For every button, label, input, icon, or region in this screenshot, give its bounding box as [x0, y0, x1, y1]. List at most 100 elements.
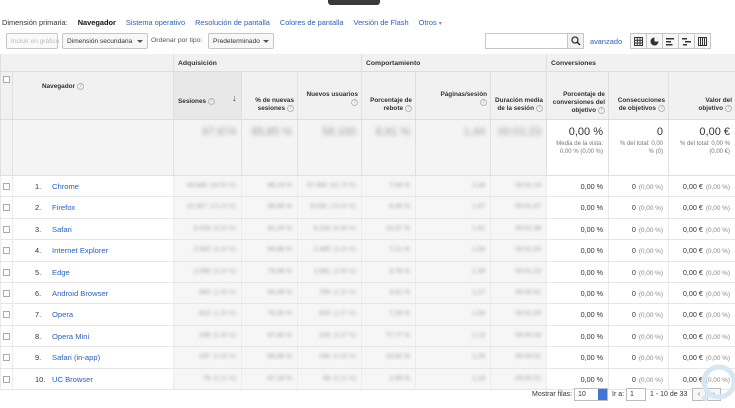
data-table-view-button[interactable] — [630, 33, 647, 49]
col-sesiones[interactable]: Sesiones? ↓ — [173, 72, 241, 120]
row-navegador-cell: 7. Opera — [12, 304, 173, 325]
col-porcentaje-conversiones[interactable]: Porcentaje de conversiones del objetivo? — [546, 72, 608, 120]
help-icon[interactable]: ? — [287, 104, 294, 112]
dimension-navegador[interactable]: Navegador — [78, 18, 116, 27]
col-valor-label: Valor del objetivo? — [688, 97, 732, 113]
help-icon[interactable]: ? — [725, 104, 732, 112]
browser-link[interactable]: Safari (in-app) — [52, 353, 100, 362]
cell-content: 7,54 % — [389, 182, 410, 189]
row-checkbox[interactable] — [3, 268, 10, 276]
help-icon[interactable]: ? — [77, 83, 85, 90]
cell-content: 0,00 % — [581, 246, 603, 255]
browser-link[interactable]: Firefox — [52, 203, 75, 212]
cell-gv: 0,00 € (0,00 %) — [668, 325, 735, 347]
pivot-view-button[interactable] — [694, 33, 711, 49]
cell-content: 00:00:41 — [515, 289, 541, 296]
browser-link[interactable]: Edge — [52, 268, 70, 277]
dimension-otros-dropdown[interactable]: Otros ▾ — [419, 18, 442, 27]
row-navegador-cell: 6. Android Browser — [12, 283, 173, 304]
browser-link[interactable]: Internet Explorer — [52, 246, 108, 255]
cell-value: 1,27 — [472, 289, 485, 296]
cell-pps: 1,55 — [415, 304, 490, 325]
cell-content: 2,56 % — [389, 375, 410, 382]
cell-content: 0 (0,00 %) — [632, 246, 663, 255]
row-checkbox[interactable] — [3, 354, 10, 362]
col-nuevos-usuarios[interactable]: Nuevos usuarios? — [297, 72, 361, 120]
show-rows-select[interactable]: 10 — [574, 388, 608, 401]
cell-value: 0,00 € — [682, 310, 703, 320]
sort-type-dropdown[interactable]: Predeterminado — [208, 33, 274, 49]
dimension-sistema-operativo[interactable]: Sistema operativo — [126, 18, 185, 27]
col-navegador[interactable]: Navegador? — [12, 72, 173, 120]
secondary-dimension-dropdown[interactable]: Dimensión secundaria — [62, 33, 148, 49]
browser-link[interactable]: Android Browser — [52, 289, 108, 298]
advanced-filter-link[interactable]: avanzado — [590, 37, 622, 46]
col-porcentaje-rebote[interactable]: Porcentaje de rebote? — [361, 72, 415, 120]
cell-percent: (0,36 %) — [213, 332, 236, 339]
help-icon[interactable]: ? — [658, 104, 665, 112]
cell-value: 1,18 — [472, 374, 485, 382]
col-nuevas-sesiones[interactable]: % de nuevas sesiones? — [241, 72, 297, 120]
cell-value: 7,21 % — [389, 246, 410, 254]
cell-content: 00:00:21 — [515, 375, 541, 382]
dimension-version-flash[interactable]: Versión de Flash — [354, 18, 409, 27]
cell-content: 0,00 % — [581, 353, 603, 362]
browser-link[interactable]: Opera Mini — [52, 332, 89, 341]
cell-content: 0,00 % — [581, 268, 603, 277]
browser-link[interactable]: UC Browser — [52, 375, 93, 384]
row-checkbox[interactable] — [3, 183, 10, 190]
row-index: 4. — [35, 246, 42, 256]
total-nuevas-sesiones-value: 85,85 % — [251, 126, 292, 138]
table-search-input[interactable] — [485, 33, 584, 49]
cell-nsp: 87,80 % — [241, 325, 297, 347]
col-conversiones-label: Porcentaje de conversiones del objetivo? — [545, 91, 605, 115]
plot-rows-button[interactable]: Incluir en gráfico — [6, 33, 59, 49]
cell-content: 2.940 (4,34 %) — [194, 246, 236, 253]
browser-link[interactable]: Safari — [52, 225, 72, 234]
browser-link[interactable]: Chrome — [52, 182, 79, 191]
dimension-resolucion-pantalla[interactable]: Resolución de pantalla — [195, 18, 270, 27]
row-index: 10. — [35, 374, 46, 384]
select-all-checkbox[interactable] — [3, 76, 10, 83]
col-paginas-sesion[interactable]: Páginas/sesión? — [415, 72, 490, 120]
row-checkbox[interactable] — [3, 204, 10, 212]
cell-percent: (0,00 %) — [638, 269, 663, 277]
comparison-view-button[interactable] — [678, 33, 695, 49]
cell-content: 87,18 % — [268, 375, 292, 382]
help-icon[interactable]: ? — [480, 98, 487, 106]
col-valor-objetivo[interactable]: Valor del objetivo? — [668, 72, 735, 120]
cell-value: 1,87 — [472, 203, 485, 211]
cell-content: 00:01:25 — [515, 246, 541, 253]
goto-page-input[interactable]: 1 — [626, 388, 646, 401]
row-checkbox-cell — [0, 304, 12, 325]
cell-br: 77,77 % — [361, 325, 415, 347]
pie-view-button[interactable] — [646, 33, 663, 49]
dimension-colores-pantalla[interactable]: Colores de pantalla — [280, 18, 344, 27]
cell-percent: (2,86 %) — [333, 268, 356, 275]
performance-view-button[interactable] — [662, 33, 679, 49]
cell-percent: (0,00 %) — [705, 248, 730, 256]
row-checkbox[interactable] — [3, 311, 10, 319]
browser-link[interactable]: Opera — [52, 310, 73, 319]
help-icon[interactable]: ? — [598, 106, 605, 114]
row-checkbox[interactable] — [3, 225, 10, 233]
help-icon[interactable]: ? — [351, 98, 358, 106]
row-checkbox[interactable] — [3, 247, 10, 255]
search-button[interactable] — [567, 34, 583, 48]
help-icon[interactable]: ? — [208, 97, 216, 105]
help-icon[interactable]: ? — [536, 104, 543, 112]
col-duracion-media[interactable]: Duración media de la sesión? — [490, 72, 546, 120]
col-consecuciones-objetivos[interactable]: Consecuciones de objetivos? — [608, 72, 668, 120]
cell-value: 0,00 € — [682, 331, 703, 341]
cell-nu: 37.060 (63,79 %) — [297, 176, 361, 197]
cell-value: 0 — [631, 182, 636, 191]
row-checkbox[interactable] — [3, 375, 10, 383]
row-checkbox[interactable] — [3, 290, 10, 297]
help-icon[interactable]: ? — [405, 104, 412, 112]
cell-cr: 0,00 % — [546, 325, 608, 347]
cell-percent: (0,00 %) — [705, 333, 730, 341]
row-checkbox[interactable] — [3, 332, 10, 340]
cell-percent: (9,50 %) — [213, 225, 236, 232]
cell-br: 2,56 % — [361, 368, 415, 389]
col-paginas-sesion-text: Páginas/sesión — [440, 90, 487, 98]
